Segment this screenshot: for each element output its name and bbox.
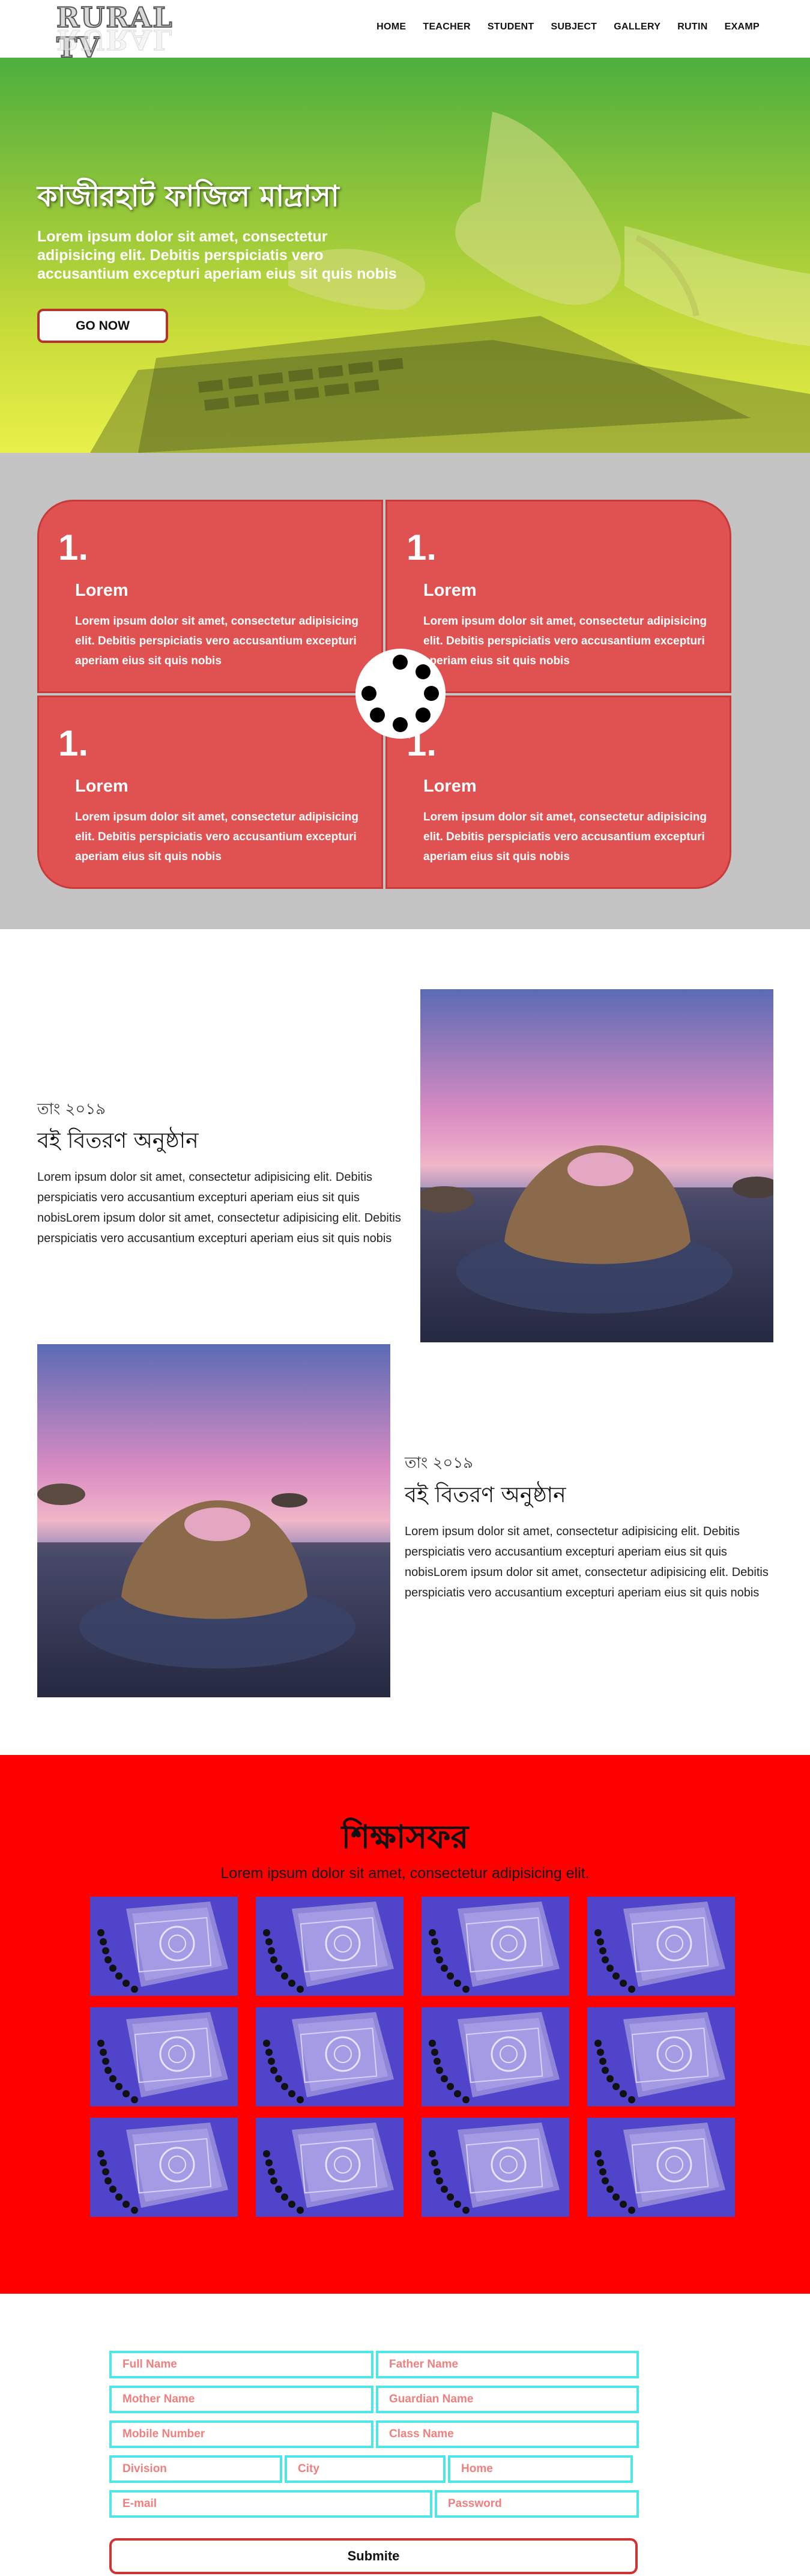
main-nav: HOME TEACHER STUDENT SUBJECT GALLERY RUT… [368, 22, 768, 32]
feature-number: 1. [58, 723, 89, 763]
nav-examp[interactable]: EXAMP [716, 22, 768, 32]
event-image[interactable] [37, 1344, 390, 1697]
hero-banner: কাজীরহাট ফাজিল মাদ্রাসা Lorem ipsum dolo… [0, 58, 810, 453]
nav-gallery[interactable]: GALLERY [605, 22, 669, 32]
full-name-field[interactable] [109, 2351, 373, 2378]
features-section: 1. Lorem Lorem ipsum dolor sit amet, con… [0, 453, 810, 929]
class-name-field[interactable] [376, 2420, 639, 2448]
gallery-image[interactable] [90, 2007, 238, 2106]
home-field[interactable] [448, 2455, 633, 2483]
gallery-image[interactable] [256, 2007, 403, 2106]
gallery-image[interactable] [587, 2118, 735, 2217]
registration-form [0, 2294, 810, 2576]
quran-book-image [90, 1897, 238, 1996]
feature-title: Lorem [423, 581, 477, 600]
event-text: Lorem ipsum dolor sit amet, consectetur … [37, 1171, 401, 1245]
features-grid: 1. Lorem Lorem ipsum dolor sit amet, con… [37, 500, 731, 890]
nav-home[interactable]: HOME [368, 22, 414, 32]
gallery-image[interactable] [422, 2118, 569, 2217]
feature-card: 1. Lorem Lorem ipsum dolor sit amet, con… [385, 696, 731, 889]
gallery-image[interactable] [422, 1897, 569, 1996]
division-field[interactable] [109, 2455, 282, 2483]
feature-card: 1. Lorem Lorem ipsum dolor sit amet, con… [37, 500, 383, 693]
gallery-image[interactable] [90, 1897, 238, 1996]
event-date: তাং ২০১৯ [37, 1100, 106, 1118]
feature-number: 1. [58, 527, 89, 568]
submit-button[interactable]: Submite [109, 2538, 638, 2574]
quran-book-image [587, 2007, 735, 2106]
gallery-image[interactable] [587, 1897, 735, 1996]
nav-student[interactable]: STUDENT [479, 22, 543, 32]
gallery-image[interactable] [256, 2118, 403, 2217]
quran-book-image [422, 1897, 569, 1996]
feature-title: Lorem [75, 777, 128, 796]
quran-book-image [90, 2007, 238, 2106]
loading-spinner-icon [355, 649, 446, 739]
hero-description: Lorem ipsum dolor sit amet, consectetur … [37, 228, 397, 282]
gallery-section: শিক্ষাসফর Lorem ipsum dolor sit amet, co… [0, 1755, 810, 2294]
quran-book-image [587, 1897, 735, 1996]
quran-book-image [256, 2007, 403, 2106]
guardian-name-field[interactable] [376, 2386, 639, 2413]
feature-text: Lorem ipsum dolor sit amet, consectetur … [75, 811, 358, 863]
feature-title: Lorem [423, 777, 477, 796]
nav-rutin[interactable]: RUTIN [669, 22, 716, 32]
feature-number: 1. [407, 527, 437, 568]
feature-text: Lorem ipsum dolor sit amet, consectetur … [423, 811, 707, 863]
event-image[interactable] [420, 989, 773, 1342]
site-logo-reflection: RURAL TV [56, 28, 174, 52]
site-header: RURAL TV RURAL TV HOME TEACHER STUDENT S… [0, 0, 810, 63]
gallery-subtitle: Lorem ipsum dolor sit amet, consectetur … [220, 1865, 590, 1882]
quran-book-image [587, 2118, 735, 2217]
feature-card: 1. Lorem Lorem ipsum dolor sit amet, con… [385, 500, 731, 693]
go-now-button[interactable]: GO NOW [37, 309, 168, 343]
password-field[interactable] [435, 2490, 639, 2518]
beach-rock-image [37, 1344, 390, 1697]
event-title: বই বিতরণ অনুষ্ঠান [405, 1483, 566, 1508]
hero-title: কাজীরহাট ফাজিল মাদ্রাসা [37, 180, 339, 213]
nav-teacher[interactable]: TEACHER [414, 22, 479, 32]
beach-rock-image [420, 989, 773, 1342]
feature-text: Lorem ipsum dolor sit amet, consectetur … [423, 615, 707, 667]
mother-name-field[interactable] [109, 2386, 373, 2413]
city-field[interactable] [285, 2455, 446, 2483]
gallery-image[interactable] [90, 2118, 238, 2217]
email-field[interactable] [109, 2490, 432, 2518]
gallery-image[interactable] [422, 2007, 569, 2106]
event-title: বই বিতরণ অনুষ্ঠান [37, 1129, 199, 1153]
feature-card: 1. Lorem Lorem ipsum dolor sit amet, con… [37, 696, 383, 889]
father-name-field[interactable] [376, 2351, 639, 2378]
quran-book-image [256, 1897, 403, 1996]
event-text: Lorem ipsum dolor sit amet, consectetur … [405, 1525, 769, 1599]
gallery-title: শিক্ষাসফর [341, 1818, 469, 1856]
quran-book-image [90, 2118, 238, 2217]
quran-book-image [422, 2007, 569, 2106]
feature-text: Lorem ipsum dolor sit amet, consectetur … [75, 615, 358, 667]
gallery-image[interactable] [256, 1897, 403, 1996]
nav-subject[interactable]: SUBJECT [542, 22, 605, 32]
gallery-image[interactable] [587, 2007, 735, 2106]
mobile-number-field[interactable] [109, 2420, 373, 2448]
feature-title: Lorem [75, 581, 128, 600]
event-date: তাং ২০১৯ [405, 1454, 474, 1472]
quran-book-image [256, 2118, 403, 2217]
quran-book-image [422, 2118, 569, 2217]
